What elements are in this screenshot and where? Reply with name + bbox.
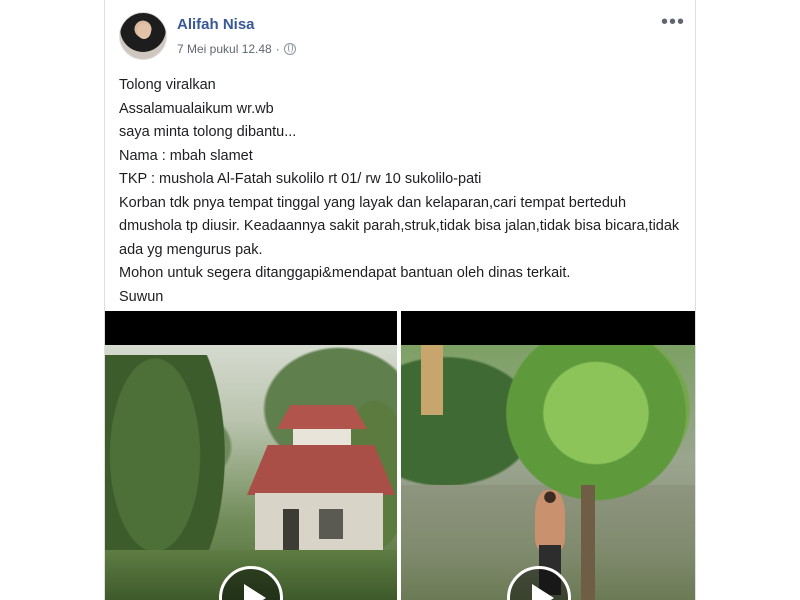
mushola-window — [319, 509, 343, 539]
author-name[interactable]: Alifah Nisa — [177, 16, 255, 33]
body-line: Mohon untuk segera ditanggapi&mendapat b… — [119, 265, 571, 281]
more-options-icon[interactable]: ••• — [661, 12, 685, 32]
tree-trunk — [581, 485, 595, 600]
meta-separator: · — [275, 42, 280, 56]
post-meta: 7 Mei pukul 12.48 · — [177, 42, 296, 56]
person-figure — [535, 490, 565, 550]
body-line: Tolong viralkan — [119, 77, 216, 93]
mushola-roof-top — [277, 405, 367, 429]
body-line: saya minta tolong dibantu... — [119, 124, 297, 140]
post-header: Alifah Nisa 7 Mei pukul 12.48 · ••• — [119, 12, 685, 64]
post-body: Tolong viralkan Assalamualaikum wr.wb sa… — [119, 74, 685, 309]
video-letterbox — [401, 311, 695, 345]
facebook-post: Alifah Nisa 7 Mei pukul 12.48 · ••• Tolo… — [104, 0, 696, 600]
video-frame-mushola — [105, 345, 397, 600]
video-frame-person — [401, 345, 695, 600]
video-letterbox — [105, 311, 397, 345]
video-thumbnail-right[interactable] — [401, 311, 695, 600]
avatar[interactable] — [119, 12, 167, 60]
avatar-face — [137, 23, 151, 39]
play-icon — [532, 584, 554, 600]
mushola-wall-top — [293, 429, 351, 447]
body-line: Assalamualaikum wr.wb — [119, 100, 274, 117]
body-line: Suwun — [119, 288, 164, 305]
building-pillar — [421, 345, 443, 415]
play-icon — [244, 584, 266, 600]
body-line: Korban tdk pnya tempat tinggal yang laya… — [119, 194, 680, 258]
body-line: Nama : mbah slamet — [119, 147, 253, 164]
body-line: TKP : mushola Al-Fatah sukolilo rt 01/ r… — [119, 171, 482, 187]
mushola-door — [283, 509, 299, 553]
video-thumbnail-left[interactable] — [105, 311, 397, 600]
mushola-roof — [247, 445, 395, 495]
post-timestamp[interactable]: 7 Mei pukul 12.48 — [177, 42, 272, 56]
globe-icon[interactable] — [283, 43, 296, 55]
